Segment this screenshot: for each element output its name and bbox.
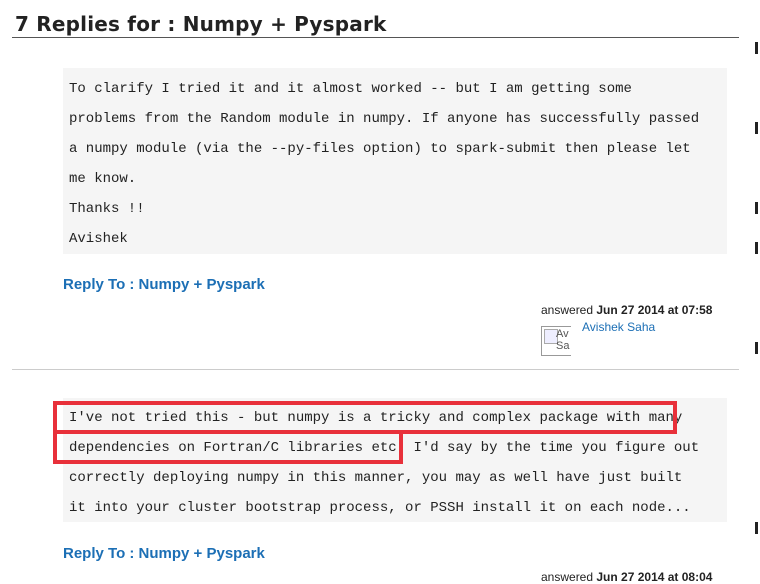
answered-date: Jun 27 2014 at 08:04 <box>596 570 713 584</box>
answered-date: Jun 27 2014 at 07:58 <box>596 303 713 317</box>
user-name-link[interactable]: Avishek Saha <box>582 320 655 334</box>
reply-text-line: it into your cluster bootstrap process, … <box>69 500 691 516</box>
answered-info: answered Jun 27 2014 at 07:58 <box>541 303 712 317</box>
reply-body: To clarify I tried it and it almost work… <box>63 68 727 254</box>
reply-divider <box>12 369 739 370</box>
reply-to-link[interactable]: Reply To : Numpy + Pyspark <box>63 276 265 293</box>
reply-to-link[interactable]: Reply To : Numpy + Pyspark <box>63 545 265 562</box>
reply-text-line: Thanks !! <box>69 201 145 217</box>
avatar-alt-text: Av Sa <box>556 328 570 352</box>
reply-text-line: me know. <box>69 171 137 187</box>
answered-info: answered Jun 27 2014 at 08:04 <box>541 570 712 584</box>
reply-text-line: Avishek <box>69 231 128 247</box>
reply-text-line: To clarify I tried it and it almost work… <box>69 81 632 97</box>
answered-label: answered <box>541 570 594 584</box>
reply-text-line: a numpy module (via the --py-files optio… <box>69 141 691 157</box>
reply-text-line: problems from the Random module in numpy… <box>69 111 700 127</box>
answered-label: answered <box>541 303 594 317</box>
reply-text-line: correctly deploying numpy in this manner… <box>69 470 683 486</box>
title-divider <box>12 37 739 38</box>
page-title: 7 Replies for : Numpy + Pyspark <box>15 12 387 36</box>
avatar[interactable]: Av Sa <box>541 326 571 356</box>
highlight-box <box>53 430 403 464</box>
